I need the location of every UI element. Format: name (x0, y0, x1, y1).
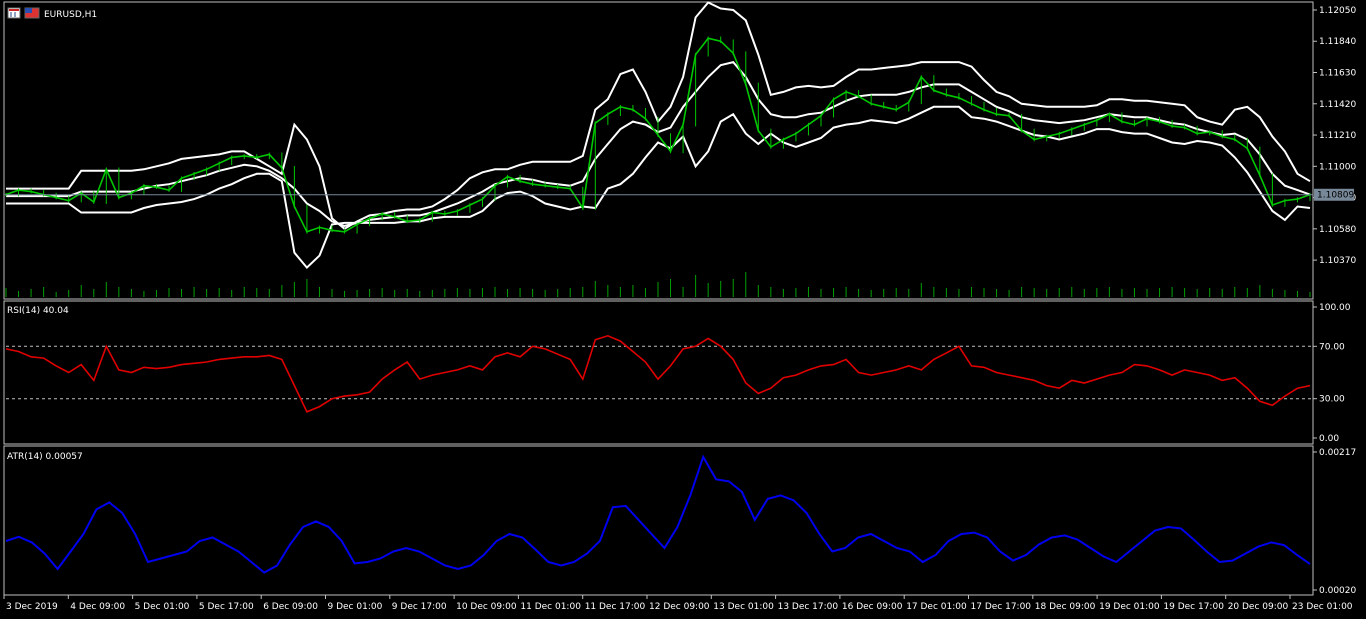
time-tick-label: 11 Dec 01:00 (520, 602, 581, 612)
rsi-tick-label: 100.00 (1319, 303, 1351, 313)
price-tick-label: 1.12050 (1319, 6, 1356, 16)
time-tick-label: 16 Dec 09:00 (842, 602, 903, 612)
time-tick-label: 13 Dec 17:00 (778, 602, 839, 612)
time-tick-label: 9 Dec 01:00 (328, 602, 383, 612)
atr-title: ATR(14) 0.00057 (7, 452, 83, 462)
time-tick-label: 5 Dec 17:00 (199, 602, 254, 612)
atr-tick-label: 0.00217 (1319, 448, 1356, 458)
price-tick-label: 1.11420 (1319, 100, 1356, 110)
time-tick-label: 6 Dec 09:00 (263, 602, 318, 612)
time-tick-label: 17 Dec 01:00 (906, 602, 967, 612)
time-tick-label: 4 Dec 09:00 (70, 602, 125, 612)
trading-chart[interactable]: 1.12050 1.11840 1.11630 1.11420 1.11210 1.110… (0, 0, 1366, 619)
time-tick-label: 12 Dec 09:00 (649, 602, 710, 612)
time-tick-label: 17 Dec 17:00 (971, 602, 1032, 612)
chart-background (0, 0, 1366, 619)
current-price-value: 1.10809 (1317, 191, 1354, 201)
time-tick-label: 5 Dec 01:00 (135, 602, 190, 612)
time-tick-label: 18 Dec 09:00 (1035, 602, 1096, 612)
time-tick-label: 19 Dec 01:00 (1099, 602, 1160, 612)
price-tick-label: 1.11630 (1319, 69, 1356, 79)
time-tick-label: 3 Dec 2019 (6, 602, 58, 612)
time-tick-label: 10 Dec 09:00 (456, 602, 517, 612)
time-tick-label: 20 Dec 09:00 (1228, 602, 1289, 612)
rsi-tick-label: 70.00 (1319, 342, 1345, 352)
price-tick-label: 1.10370 (1319, 256, 1356, 266)
rsi-tick-label: 30.00 (1319, 395, 1345, 405)
time-tick-label: 19 Dec 17:00 (1163, 602, 1224, 612)
rsi-title: RSI(14) 40.04 (7, 306, 69, 316)
price-tick-label: 1.10580 (1319, 225, 1356, 235)
price-tick-label: 1.11840 (1319, 37, 1356, 47)
time-tick-label: 9 Dec 17:00 (392, 602, 447, 612)
time-tick-label: 11 Dec 17:00 (585, 602, 646, 612)
price-tick-label: 1.11000 (1319, 162, 1356, 172)
price-tick-label: 1.11210 (1319, 131, 1356, 141)
time-tick-label: 23 Dec 01:00 (1292, 602, 1353, 612)
atr-tick-label: 0.00020 (1319, 586, 1356, 596)
time-tick-label: 13 Dec 01:00 (713, 602, 774, 612)
symbol-label: EURUSD,H1 (44, 10, 97, 20)
rsi-tick-label: 0.00 (1319, 434, 1339, 444)
